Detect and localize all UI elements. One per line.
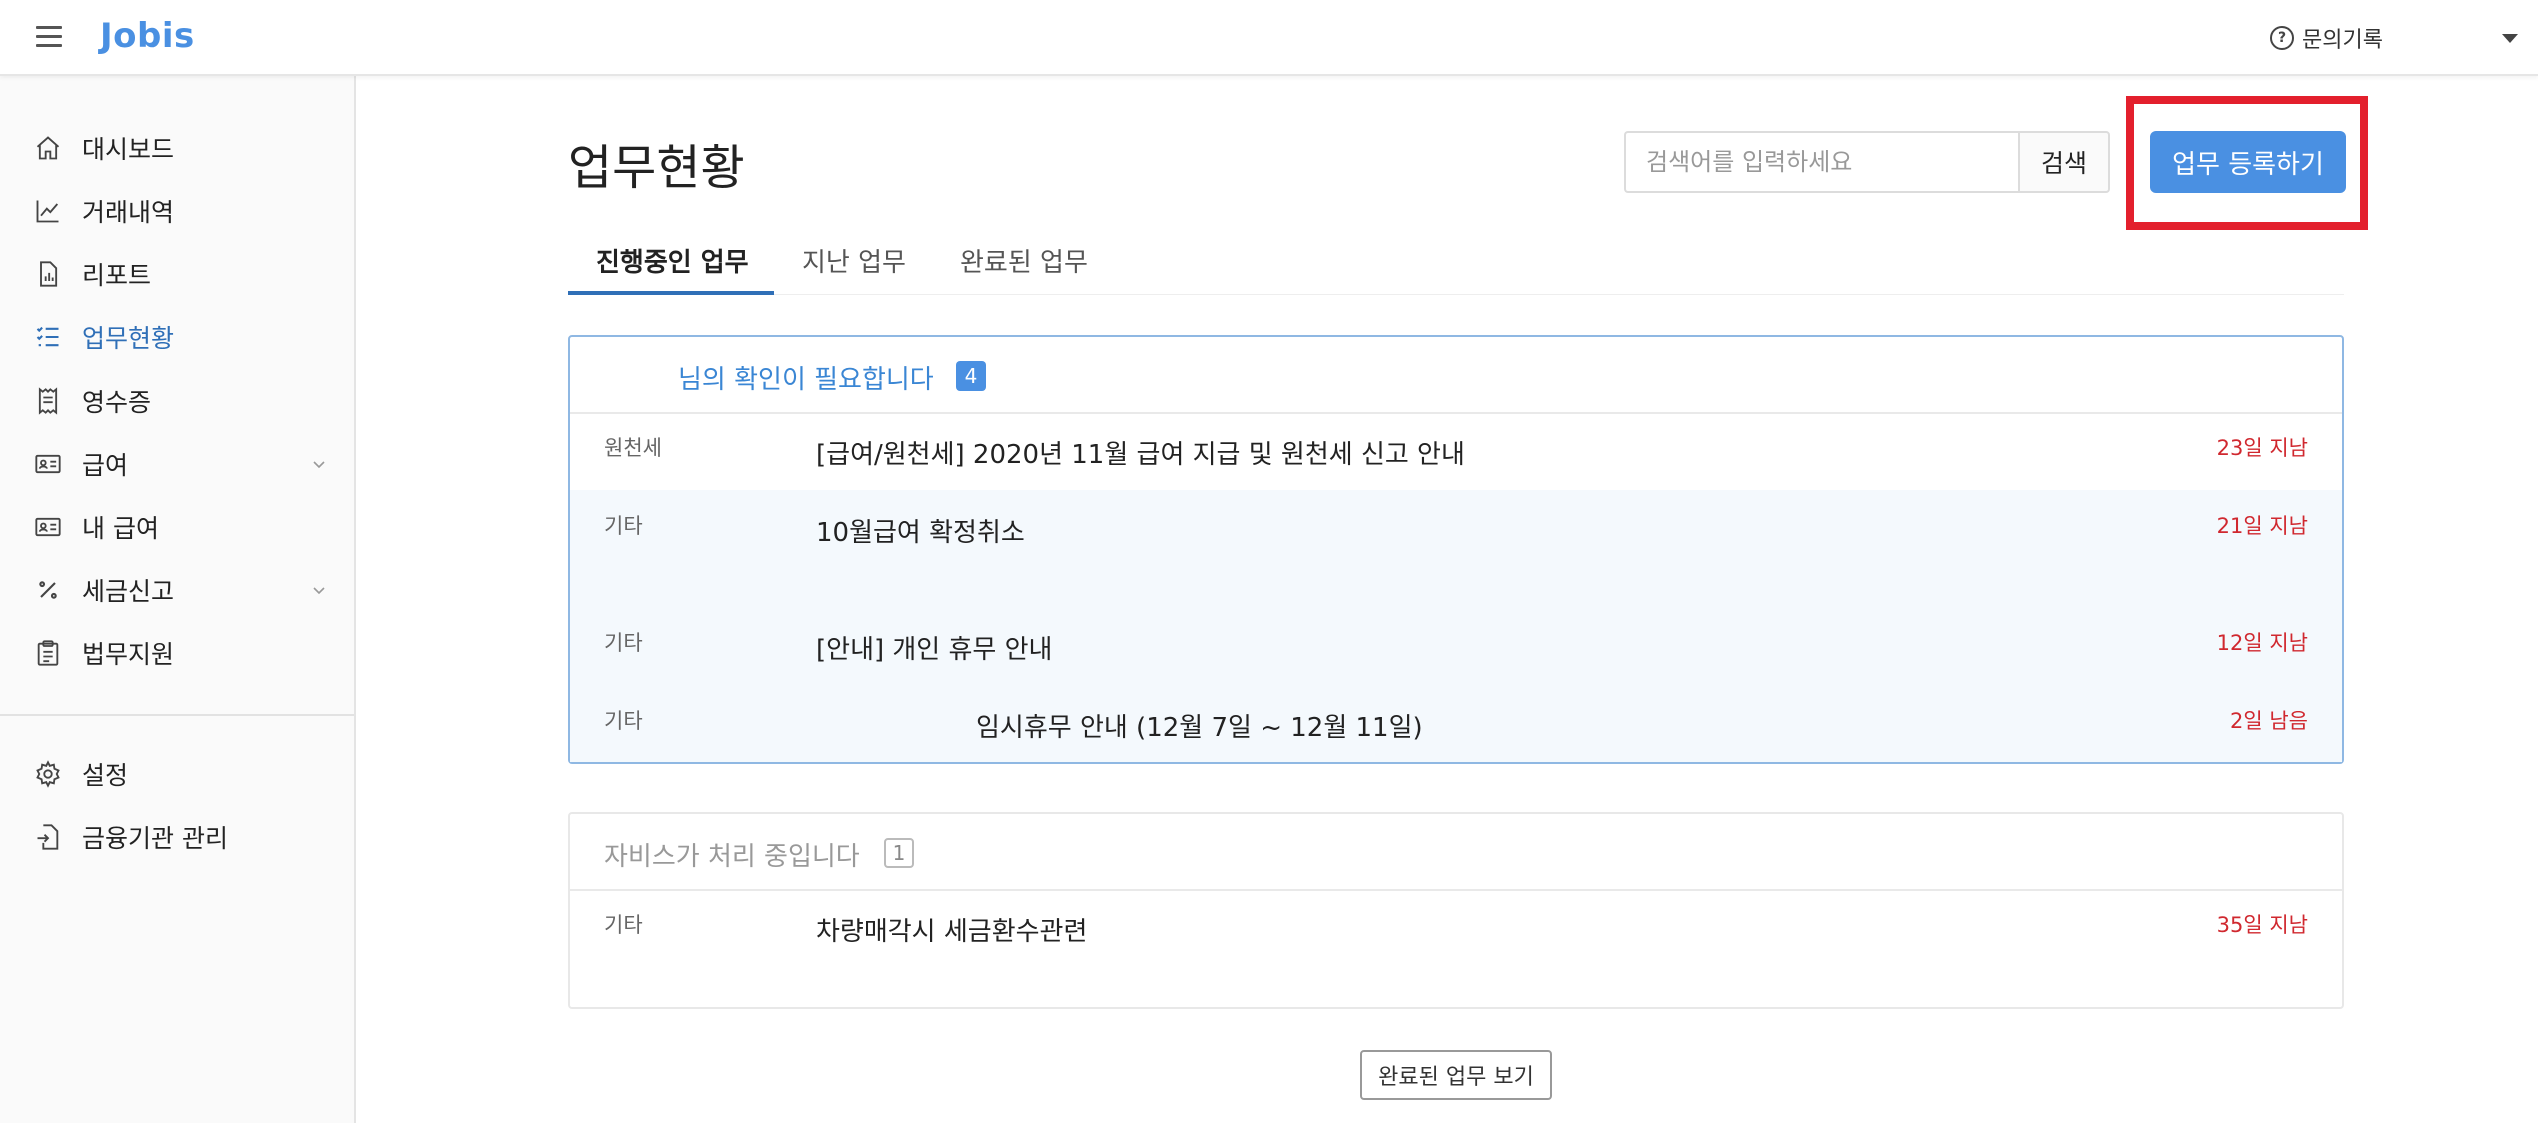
task-title: [급여/원천세] 2020년 11월 급여 지급 및 원천세 신고 안내 — [816, 440, 1465, 470]
task-title: 차량매각시 세금환수관련 — [816, 917, 1088, 947]
help-history-button[interactable]: ? 문의기록 — [2270, 22, 2383, 54]
tab-bar-rule — [568, 294, 2344, 295]
sidebar-item-transactions[interactable]: 거래내역 — [0, 183, 354, 239]
task-due-status: 12일 지남 — [2216, 631, 2308, 655]
sidebar-item-dashboard[interactable]: 대시보드 — [0, 120, 354, 176]
sidebar-item-label: 대시보드 — [82, 135, 175, 164]
gear-icon — [36, 760, 60, 788]
task-row[interactable]: 기타 차량매각시 세금환수관련 35일 지남 — [570, 889, 2342, 1007]
sidebar-item-report[interactable]: 리포트 — [0, 246, 354, 302]
sidebar-item-tax-filing[interactable]: 세금신고 — [0, 562, 354, 618]
task-category: 기타 — [604, 631, 643, 655]
task-row[interactable]: 기타 10월급여 확정취소 21일 지남 — [570, 490, 2342, 609]
sidebar-item-legal-support[interactable]: 법무지원 — [0, 625, 354, 681]
task-due-status: 35일 지남 — [2216, 913, 2308, 937]
sidebar-item-receipt[interactable]: 영수증 — [0, 373, 354, 429]
sidebar-item-label: 내 급여 — [82, 514, 159, 543]
panel-title: 님의 확인이 필요합니다 — [678, 365, 934, 395]
sidebar: 대시보드 거래내역 리포트 업무현황 영수증 급여 내 급여 세금신고 법무지원… — [0, 76, 356, 1123]
report-file-icon — [40, 261, 58, 287]
sidebar-item-task-status[interactable]: 업무현황 — [0, 309, 354, 365]
task-category: 기타 — [604, 709, 643, 733]
needs-confirmation-panel: 님의 확인이 필요합니다 4 원천세 [급여/원천세] 2020년 11월 급여… — [568, 335, 2344, 764]
help-history-label: 문의기록 — [2302, 28, 2383, 53]
count-badge: 1 — [884, 838, 914, 868]
page-title: 업무현황 — [568, 140, 745, 196]
app-logo[interactable]: Jobis — [100, 16, 195, 56]
task-title: [안내] 개인 휴무 안내 — [816, 635, 1053, 665]
sidebar-item-label: 급여 — [82, 451, 129, 480]
sidebar-item-label: 거래내역 — [82, 198, 175, 227]
task-due-status: 2일 남음 — [2230, 709, 2308, 733]
tab-in-progress[interactable]: 진행중인 업무 — [596, 242, 749, 279]
panel-header: 자비스가 처리 중입니다 1 — [570, 814, 2342, 891]
tab-past[interactable]: 지난 업무 — [802, 242, 906, 279]
sidebar-item-label: 설정 — [82, 761, 129, 790]
active-tab-indicator — [568, 291, 774, 295]
top-bar: Jobis ? 문의기록 — [0, 0, 2538, 76]
sidebar-item-settings[interactable]: 설정 — [0, 746, 354, 802]
tab-completed[interactable]: 완료된 업무 — [960, 242, 1088, 279]
chevron-down-icon — [313, 587, 325, 595]
sidebar-item-label: 세금신고 — [82, 577, 175, 606]
view-completed-tasks-button[interactable]: 완료된 업무 보기 — [1360, 1050, 1552, 1100]
panel-header: 님의 확인이 필요합니다 4 — [570, 337, 2342, 414]
sidebar-item-label: 법무지원 — [82, 640, 175, 669]
clipboard-icon — [37, 640, 59, 666]
task-row[interactable]: 원천세 [급여/원천세] 2020년 11월 급여 지급 및 원천세 신고 안내… — [570, 412, 2342, 492]
task-category: 기타 — [604, 913, 643, 937]
sidebar-item-label: 영수증 — [82, 388, 152, 417]
task-category: 기타 — [604, 514, 643, 538]
task-category: 원천세 — [604, 436, 662, 460]
sidebar-item-financial-institutions[interactable]: 금융기관 관리 — [0, 809, 354, 865]
id-card-icon — [35, 454, 61, 474]
search-button[interactable]: 검색 — [2018, 131, 2110, 193]
percent-icon — [39, 581, 57, 599]
sidebar-item-label: 금융기관 관리 — [82, 824, 228, 853]
sidebar-item-label: 업무현황 — [82, 324, 175, 353]
user-menu-caret-icon[interactable] — [2502, 34, 2518, 43]
task-list-icon — [36, 326, 59, 347]
task-row[interactable]: 기타 [안내] 개인 휴무 안내 12일 지남 — [570, 607, 2342, 687]
question-circle-icon: ? — [2270, 26, 2294, 50]
task-row[interactable]: 기타 임시휴무 안내 (12월 7일 ~ 12월 11일) 2일 남음 — [570, 685, 2342, 762]
search-input[interactable] — [1624, 131, 2018, 193]
receipt-icon — [38, 387, 58, 415]
task-title: 임시휴무 안내 (12월 7일 ~ 12월 11일) — [976, 713, 1423, 743]
sidebar-item-payroll[interactable]: 급여 — [0, 436, 354, 492]
home-icon — [36, 136, 60, 160]
hamburger-menu-icon[interactable] — [36, 26, 62, 48]
import-file-icon — [37, 824, 59, 850]
chevron-down-icon — [313, 461, 325, 469]
task-title: 10월급여 확정취소 — [816, 518, 1025, 548]
register-task-button[interactable]: 업무 등록하기 — [2150, 131, 2346, 193]
task-due-status: 23일 지남 — [2216, 436, 2308, 460]
task-due-status: 21일 지남 — [2216, 514, 2308, 538]
count-badge: 4 — [956, 361, 986, 391]
id-card-icon — [35, 517, 61, 537]
sidebar-item-label: 리포트 — [82, 261, 152, 290]
sidebar-item-my-payroll[interactable]: 내 급여 — [0, 499, 354, 555]
sidebar-divider — [0, 714, 354, 716]
panel-title: 자비스가 처리 중입니다 — [604, 842, 860, 872]
trend-chart-icon — [36, 200, 59, 223]
in-progress-panel: 자비스가 처리 중입니다 1 기타 차량매각시 세금환수관련 35일 지남 — [568, 812, 2344, 1009]
